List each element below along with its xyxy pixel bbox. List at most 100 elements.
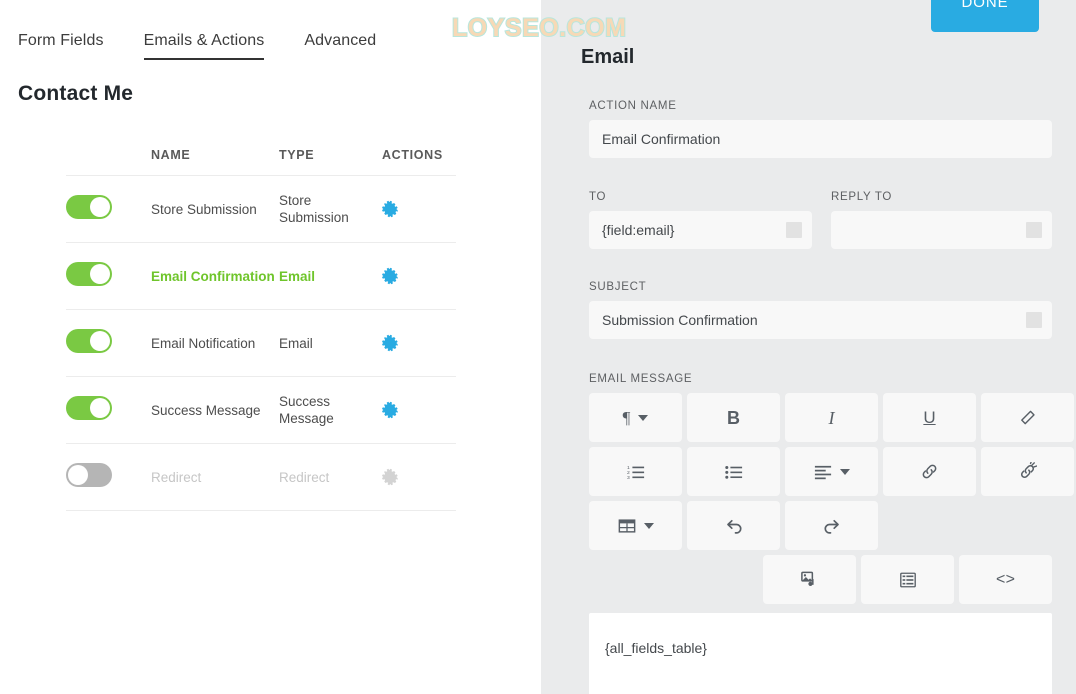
- tab-form-fields[interactable]: Form Fields: [18, 32, 124, 60]
- to-wrap: [589, 211, 812, 249]
- toolbar-row-3: [589, 501, 1052, 550]
- row-type: Redirect: [279, 469, 330, 485]
- unlink-icon: [1020, 462, 1037, 479]
- action-name-wrap: [589, 120, 1052, 158]
- table-icon: [618, 518, 635, 533]
- toggle-knob: [90, 196, 110, 217]
- row-type: Success Message: [279, 394, 334, 426]
- row-type: Email: [279, 268, 316, 284]
- chevron-down-icon: [638, 414, 649, 421]
- tab-emails-actions[interactable]: Emails & Actions: [143, 32, 285, 60]
- page-title: Contact Me: [18, 82, 134, 105]
- column-header-name: NAME: [151, 148, 191, 162]
- redo-icon: [823, 519, 839, 534]
- form-tabs: Form Fields Emails & Actions Advanced: [18, 32, 416, 60]
- reply-to-input[interactable]: [831, 211, 1052, 249]
- subject-input[interactable]: [589, 301, 1052, 339]
- field-group-to: TO: [589, 191, 812, 249]
- clear-formatting-button[interactable]: [981, 393, 1074, 442]
- gear-icon[interactable]: [382, 401, 400, 419]
- done-button[interactable]: DONE: [931, 0, 1039, 32]
- toggle-knob: [68, 464, 88, 485]
- reply-to-wrap: [831, 211, 1052, 249]
- enable-toggle[interactable]: [66, 462, 112, 487]
- to-input[interactable]: [589, 211, 812, 249]
- row-toggle-cell: [66, 462, 151, 492]
- merge-tag-icon[interactable]: [1026, 222, 1042, 238]
- action-name-label: ACTION NAME: [589, 100, 677, 112]
- row-name: Redirect: [151, 469, 202, 485]
- field-group-email-message: EMAIL MESSAGE ¶ B I U 1 2 3 <>: [589, 373, 1074, 609]
- paragraph-mark-icon: ¶: [622, 408, 631, 427]
- email-action-panel: DONE Email ACTION NAME TO: [541, 0, 1076, 694]
- insert-image-button[interactable]: [763, 555, 856, 604]
- merge-tags-button[interactable]: [861, 555, 954, 604]
- unlink-button[interactable]: [981, 447, 1074, 496]
- panel-title: Email: [581, 46, 635, 68]
- tab-advanced[interactable]: Advanced: [304, 32, 396, 60]
- bold-icon: B: [727, 407, 740, 428]
- column-header-toggle: [66, 148, 151, 162]
- toolbar-row-1: ¶ B I U: [589, 393, 1074, 442]
- row-toggle-cell: [66, 395, 151, 425]
- toggle-knob: [90, 330, 110, 351]
- tab-label: Advanced: [304, 32, 377, 49]
- enable-toggle[interactable]: [66, 194, 112, 219]
- gear-icon[interactable]: [382, 468, 400, 486]
- row-name: Store Submission: [151, 201, 257, 217]
- ordered-list-button[interactable]: 1 2 3: [589, 447, 682, 496]
- undo-button[interactable]: [687, 501, 780, 550]
- enable-toggle[interactable]: [66, 261, 112, 286]
- chevron-down-icon: [839, 468, 850, 475]
- field-group-action-name: ACTION NAME: [589, 100, 1052, 158]
- table-row: Success Message Success Message: [66, 377, 456, 444]
- unordered-list-button[interactable]: [687, 447, 780, 496]
- gear-icon[interactable]: [382, 200, 400, 218]
- ordered-list-icon: 1 2 3: [627, 464, 644, 480]
- row-toggle-cell: [66, 194, 151, 224]
- gear-icon[interactable]: [382, 267, 400, 285]
- reply-to-label: REPLY TO: [831, 191, 892, 203]
- row-actions-cell: [382, 468, 456, 486]
- row-actions-cell: [382, 267, 456, 285]
- row-actions-cell: [382, 334, 456, 352]
- link-icon: [922, 464, 937, 479]
- enable-toggle[interactable]: [66, 328, 112, 353]
- row-toggle-cell: [66, 328, 151, 358]
- column-header-actions: ACTIONS: [382, 148, 443, 162]
- redo-button[interactable]: [785, 501, 878, 550]
- align-button[interactable]: [785, 447, 878, 496]
- merge-tag-icon[interactable]: [786, 222, 802, 238]
- email-message-label: EMAIL MESSAGE: [589, 373, 693, 385]
- table-row: Email Confirmation Email: [66, 243, 456, 310]
- merge-tag-icon[interactable]: [1026, 312, 1042, 328]
- chevron-down-icon: [643, 522, 654, 529]
- image-icon: [801, 571, 814, 586]
- to-label: TO: [589, 191, 607, 203]
- italic-button[interactable]: I: [785, 393, 878, 442]
- underline-button[interactable]: U: [883, 393, 976, 442]
- email-message-textarea[interactable]: [589, 613, 1052, 694]
- enable-toggle[interactable]: [66, 395, 112, 420]
- table-row: Email Notification Email: [66, 310, 456, 377]
- tab-label: Form Fields: [18, 32, 104, 49]
- paragraph-format-button[interactable]: ¶: [589, 393, 682, 442]
- gear-icon[interactable]: [382, 334, 400, 352]
- action-name-input[interactable]: [589, 120, 1052, 158]
- table-row: Store Submission Store Submission: [66, 176, 456, 243]
- insert-table-button[interactable]: [589, 501, 682, 550]
- row-actions-cell: [382, 200, 456, 218]
- source-code-button[interactable]: <>: [959, 555, 1052, 604]
- left-panel: Form Fields Emails & Actions Advanced Co…: [0, 0, 541, 694]
- bold-button[interactable]: B: [687, 393, 780, 442]
- unordered-list-icon: [724, 465, 742, 479]
- toolbar-row-2: 1 2 3: [589, 447, 1074, 496]
- app-root: Form Fields Emails & Actions Advanced Co…: [0, 0, 1076, 694]
- row-name: Email Notification: [151, 335, 256, 351]
- actions-table: NAME TYPE ACTIONS Store Submission Store…: [66, 148, 456, 511]
- insert-link-button[interactable]: [883, 447, 976, 496]
- column-header-type: TYPE: [279, 148, 315, 162]
- svg-text:3: 3: [627, 474, 630, 480]
- row-name: Email Confirmation: [151, 268, 275, 284]
- row-toggle-cell: [66, 261, 151, 291]
